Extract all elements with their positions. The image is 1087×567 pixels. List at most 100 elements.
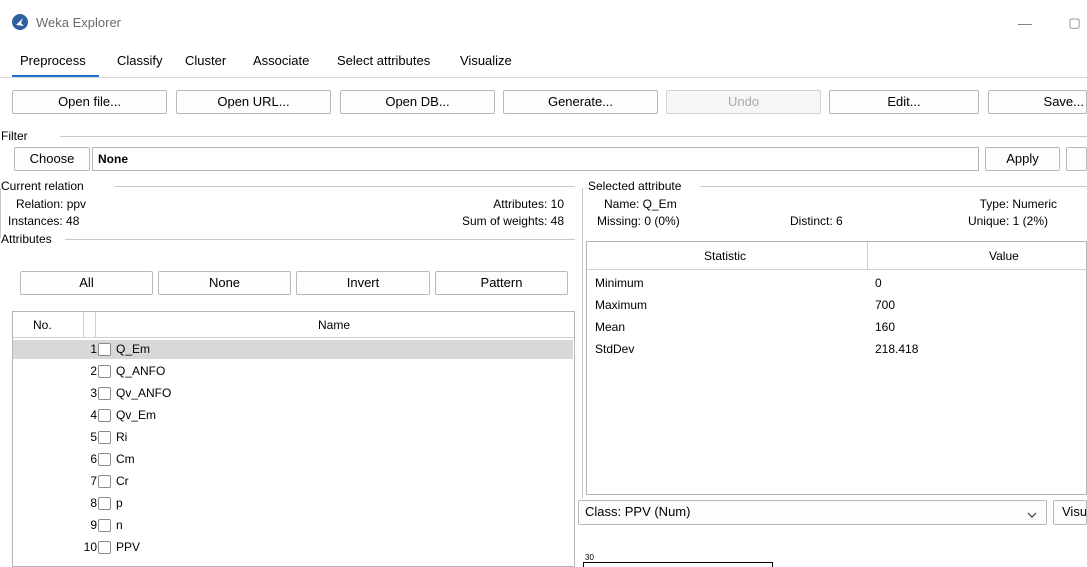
- attribute-row-number: 1: [90, 342, 97, 356]
- title-bar: [0, 0, 1087, 46]
- class-attribute-value: Class: PPV (Num): [585, 504, 691, 519]
- tab-cluster[interactable]: Cluster: [185, 52, 226, 74]
- attribute-checkbox[interactable]: [98, 519, 111, 532]
- class-attribute-dropdown[interactable]: Class: PPV (Num): [578, 500, 1047, 525]
- edit-button[interactable]: Edit...: [829, 90, 979, 114]
- attribute-checkbox[interactable]: [98, 497, 111, 510]
- invert-selection-button[interactable]: Invert: [296, 271, 430, 295]
- header-separator: [867, 242, 868, 270]
- weka-app-icon: [12, 14, 28, 30]
- attribute-row[interactable]: 4 Qv_Em: [13, 406, 573, 425]
- selected-attribute-left-border: [582, 188, 583, 498]
- statistic-value: 700: [875, 298, 896, 312]
- attributes-count: Attributes: 10: [493, 197, 564, 211]
- attributes-table: No. Name 1 Q_Em 2 Q_ANFO 3 Qv_ANFO 4 Qv_…: [12, 311, 575, 567]
- choose-filter-button[interactable]: Choose: [14, 147, 90, 171]
- attribute-row-number: 6: [90, 452, 97, 466]
- attribute-row[interactable]: 1 Q_Em: [13, 340, 573, 359]
- attributes-top-border: [65, 239, 575, 240]
- attribute-row[interactable]: 2 Q_ANFO: [13, 362, 573, 381]
- statistic-value: 0: [875, 276, 882, 290]
- attribute-row-name: n: [116, 518, 123, 532]
- generate-button[interactable]: Generate...: [503, 90, 658, 114]
- minimize-button[interactable]: —: [1010, 8, 1040, 38]
- attribute-row-name: Qv_ANFO: [116, 386, 172, 400]
- attribute-row-number: 9: [90, 518, 97, 532]
- open-url-button[interactable]: Open URL...: [176, 90, 331, 114]
- attribute-row-number: 7: [90, 474, 97, 488]
- filter-section-label: Filter: [1, 129, 30, 143]
- current-relation-top-border: [115, 186, 575, 187]
- histogram-chart[interactable]: [583, 562, 773, 567]
- header-separator: [95, 312, 96, 338]
- chevron-down-icon: [1026, 506, 1038, 518]
- attributes-section-label: Attributes: [1, 232, 54, 246]
- attribute-row[interactable]: 6 Cm: [13, 450, 573, 469]
- attribute-row[interactable]: 3 Qv_ANFO: [13, 384, 573, 403]
- filter-value: None: [98, 152, 128, 166]
- attribute-row[interactable]: 9 n: [13, 516, 573, 535]
- sum-of-weights: Sum of weights: 48: [461, 214, 564, 228]
- statistic-name: Maximum: [595, 298, 648, 312]
- column-header-no[interactable]: No.: [33, 318, 52, 332]
- open-db-button[interactable]: Open DB...: [340, 90, 495, 114]
- current-relation-section-label: Current relation: [1, 179, 86, 193]
- current-relation-group-border: [0, 188, 1, 238]
- pattern-button[interactable]: Pattern: [435, 271, 568, 295]
- selected-attribute-name: Name: Q_Em: [604, 197, 677, 211]
- tab-preprocess[interactable]: Preprocess: [20, 52, 86, 74]
- statistic-value: 160: [875, 320, 896, 334]
- maximize-button[interactable]: ▢: [1062, 8, 1087, 38]
- statistic-name: StdDev: [595, 342, 635, 356]
- attribute-checkbox[interactable]: [98, 541, 111, 554]
- selected-attribute-unique: Unique: 1 (2%): [967, 214, 1048, 228]
- stop-filter-button[interactable]: [1066, 147, 1087, 171]
- tab-classify[interactable]: Classify: [117, 52, 163, 74]
- column-header-name[interactable]: Name: [318, 318, 350, 332]
- attribute-row-name: PPV: [116, 540, 141, 554]
- attribute-checkbox[interactable]: [98, 387, 111, 400]
- selected-attribute-distinct: Distinct: 6: [790, 214, 843, 228]
- attribute-checkbox[interactable]: [98, 431, 111, 444]
- selected-attribute-top-border: [700, 186, 1087, 187]
- statistic-name: Mean: [595, 320, 626, 334]
- attribute-row-number: 4: [90, 408, 97, 422]
- attribute-row-name: Qv_Em: [116, 408, 157, 422]
- visualize-all-button[interactable]: Visu: [1053, 500, 1087, 525]
- attributes-table-header: [13, 312, 574, 338]
- undo-button[interactable]: Undo: [666, 90, 821, 114]
- attribute-row[interactable]: 7 Cr: [13, 472, 573, 491]
- tab-associate[interactable]: Associate: [253, 52, 309, 74]
- statistics-table: Statistic Value Minimum 0 Maximum 700 Me…: [586, 241, 1087, 495]
- attribute-checkbox[interactable]: [98, 475, 111, 488]
- window-title: Weka Explorer: [36, 15, 122, 30]
- filter-display-field[interactable]: None: [92, 147, 979, 171]
- attribute-row[interactable]: 5 Ri: [13, 428, 573, 447]
- attribute-row-number: 10: [83, 540, 97, 554]
- attribute-row[interactable]: 10 PPV: [13, 538, 573, 557]
- attribute-row-name: Cr: [116, 474, 129, 488]
- attribute-checkbox[interactable]: [98, 409, 111, 422]
- attribute-row-name: Cm: [116, 452, 135, 466]
- select-all-button[interactable]: All: [20, 271, 153, 295]
- attribute-row[interactable]: 8 p: [13, 494, 573, 513]
- attribute-checkbox[interactable]: [98, 365, 111, 378]
- tab-divider: [0, 77, 1087, 78]
- attribute-row-number: 8: [90, 496, 97, 510]
- column-header-value[interactable]: Value: [989, 249, 1019, 263]
- statistic-value: 218.418: [875, 342, 919, 356]
- filter-group-border: [60, 136, 1087, 137]
- attribute-row-number: 2: [90, 364, 97, 378]
- statistic-name: Minimum: [595, 276, 644, 290]
- select-none-button[interactable]: None: [158, 271, 291, 295]
- apply-filter-button[interactable]: Apply: [985, 147, 1060, 171]
- save-button[interactable]: Save...: [988, 90, 1087, 114]
- attribute-row-name: p: [116, 496, 123, 510]
- tab-visualize[interactable]: Visualize: [460, 52, 512, 74]
- attribute-checkbox[interactable]: [98, 343, 111, 356]
- column-header-statistic[interactable]: Statistic: [704, 249, 746, 263]
- attribute-row-number: 5: [90, 430, 97, 444]
- open-file-button[interactable]: Open file...: [12, 90, 167, 114]
- attribute-checkbox[interactable]: [98, 453, 111, 466]
- tab-select-attributes[interactable]: Select attributes: [337, 52, 430, 74]
